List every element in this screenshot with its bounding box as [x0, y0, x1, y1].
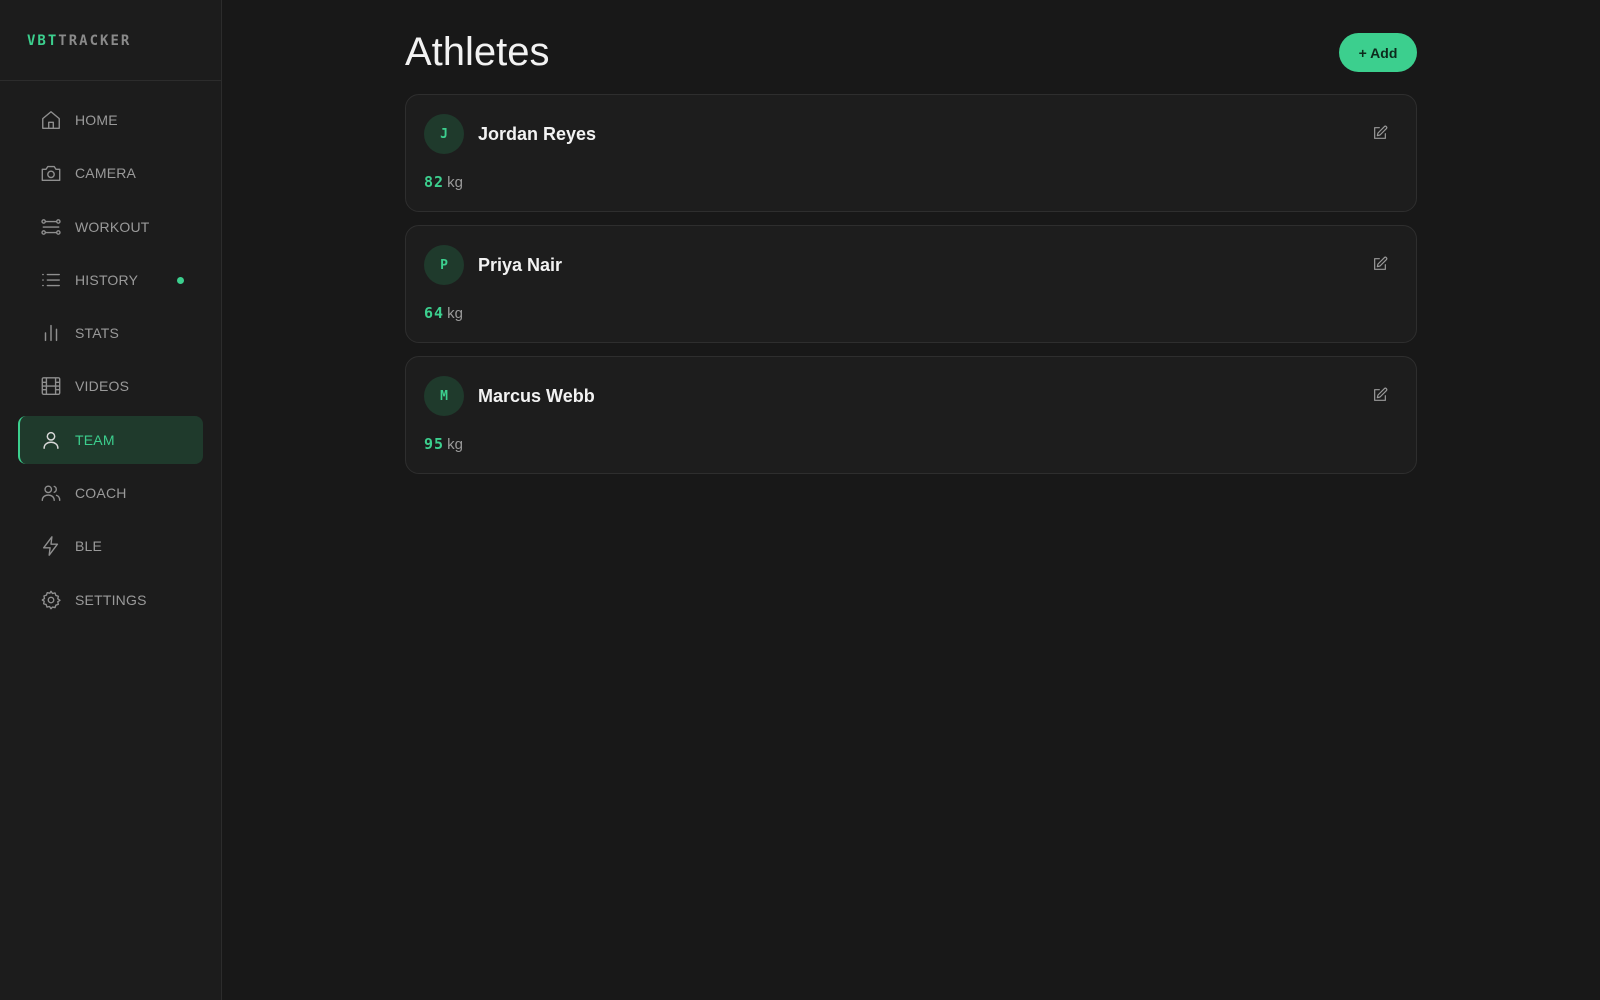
- athlete-weight: 64 kg: [424, 304, 463, 322]
- list-icon: [40, 269, 62, 291]
- sidebar-item-label: WORKOUT: [75, 218, 150, 235]
- film-icon: [40, 375, 62, 397]
- sidebar-nav: HOME CAMERA WORKOUT HISTORY STATS VIDEOS…: [0, 81, 221, 624]
- athlete-card[interactable]: P Priya Nair 64 kg: [405, 225, 1417, 343]
- sidebar-item-videos[interactable]: VIDEOS: [18, 362, 203, 410]
- sidebar-item-coach[interactable]: COACH: [18, 469, 203, 517]
- weight-unit: kg: [447, 174, 463, 191]
- sidebar: VBTTRACKER HOME CAMERA WORKOUT HISTORY S…: [0, 0, 222, 1000]
- weight-value: 95: [424, 435, 445, 453]
- bar-chart-icon: [40, 322, 62, 344]
- sidebar-item-label: SETTINGS: [75, 591, 147, 608]
- avatar: J: [424, 114, 464, 154]
- sidebar-item-home[interactable]: HOME: [18, 96, 203, 144]
- weight-unit: kg: [447, 305, 463, 322]
- sidebar-item-label: BLE: [75, 538, 103, 555]
- page-title: Athletes: [405, 30, 550, 74]
- weight-unit: kg: [447, 436, 463, 453]
- logo-part-tracker: TRACKER: [58, 33, 132, 49]
- sidebar-item-label: STATS: [75, 325, 120, 342]
- notification-dot: [177, 276, 184, 284]
- athlete-card[interactable]: J Jordan Reyes 82 kg: [405, 94, 1417, 212]
- edit-icon[interactable]: [1372, 256, 1390, 274]
- app-logo: VBTTRACKER: [0, 0, 221, 81]
- gear-icon: [40, 589, 62, 611]
- athlete-weight: 95 kg: [424, 435, 463, 453]
- athlete-list: J Jordan Reyes 82 kg P Priya Nair 64 kg M …: [405, 94, 1417, 487]
- main-content: Athletes + Add J Jordan Reyes 82 kg P Pri…: [222, 0, 1600, 1000]
- athlete-weight: 82 kg: [424, 173, 463, 191]
- sidebar-item-camera[interactable]: CAMERA: [18, 149, 203, 197]
- sidebar-item-label: HOME: [75, 112, 118, 128]
- sidebar-item-label: CAMERA: [75, 165, 137, 182]
- athlete-name: Priya Nair: [478, 255, 563, 275]
- home-icon: [40, 109, 62, 131]
- sidebar-item-label: COACH: [75, 485, 127, 502]
- sidebar-item-history[interactable]: HISTORY: [18, 256, 203, 304]
- users-icon: [40, 482, 62, 504]
- sidebar-item-label: VIDEOS: [75, 378, 130, 395]
- sidebar-item-settings[interactable]: SETTINGS: [18, 576, 203, 624]
- sidebar-item-ble[interactable]: BLE: [18, 522, 203, 570]
- sidebar-item-workout[interactable]: WORKOUT: [18, 203, 203, 251]
- camera-icon: [40, 162, 62, 184]
- sidebar-item-team[interactable]: TEAM: [18, 415, 203, 464]
- avatar: P: [424, 245, 464, 285]
- athlete-name: Marcus Webb: [478, 386, 595, 406]
- edit-icon[interactable]: [1372, 125, 1390, 143]
- user-icon: [40, 429, 62, 451]
- avatar: M: [424, 376, 464, 416]
- sidebar-item-stats[interactable]: STATS: [18, 309, 203, 357]
- lightning-icon: [40, 535, 62, 557]
- weight-value: 64: [424, 304, 445, 322]
- athlete-card[interactable]: M Marcus Webb 95 kg: [405, 356, 1417, 474]
- sidebar-item-label: TEAM: [75, 431, 115, 448]
- workout-icon: [40, 216, 62, 238]
- logo-part-vbt: VBT: [27, 33, 59, 49]
- athlete-name: Jordan Reyes: [478, 124, 597, 144]
- sidebar-item-label: HISTORY: [75, 271, 139, 288]
- edit-icon[interactable]: [1372, 387, 1390, 405]
- weight-value: 82: [424, 173, 445, 191]
- add-athlete-button[interactable]: + Add: [1339, 33, 1417, 72]
